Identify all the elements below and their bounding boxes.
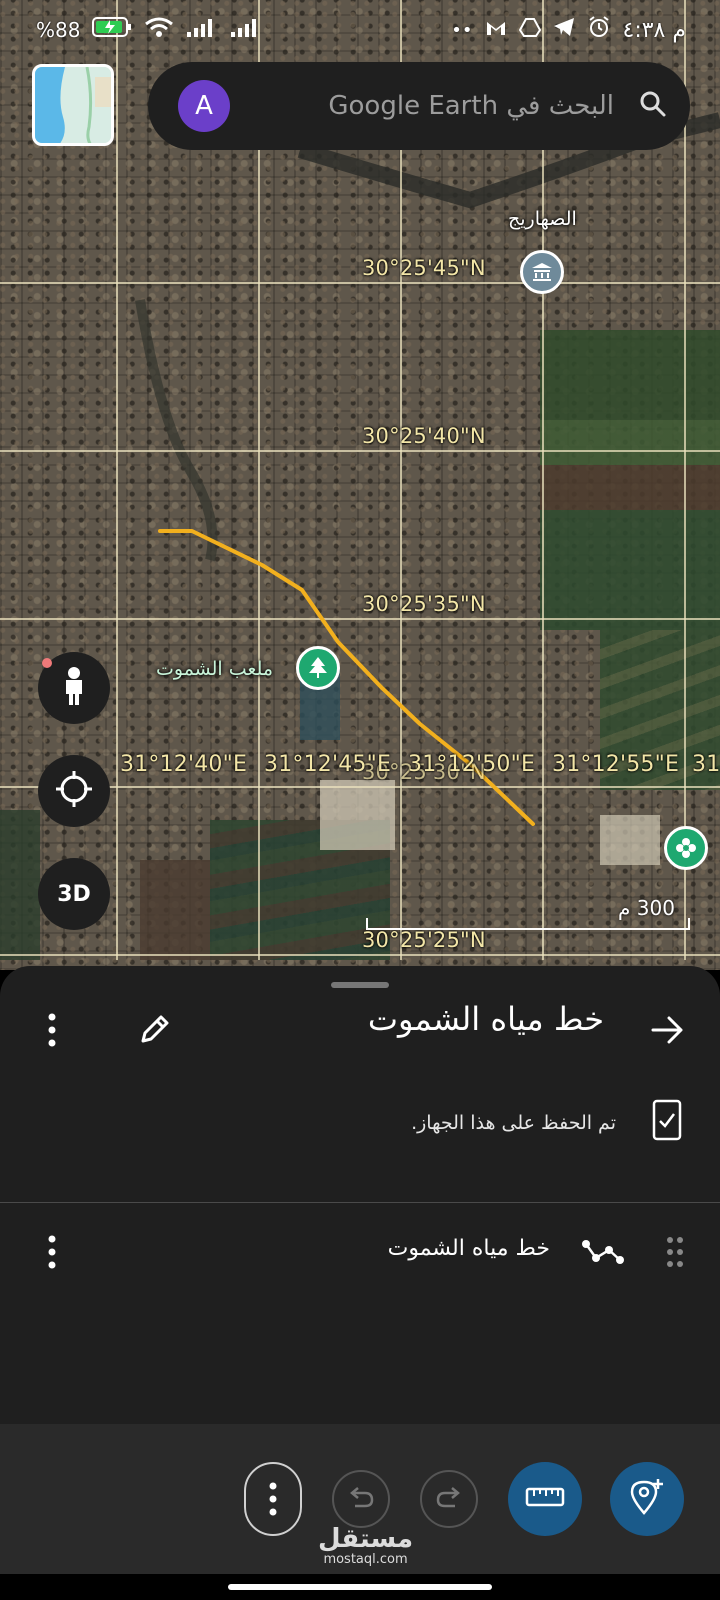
telegram-icon — [553, 17, 575, 43]
longitude-label: 31°12'40"E — [120, 752, 248, 777]
search-icon[interactable] — [638, 89, 668, 123]
pegman-icon — [60, 666, 88, 710]
toolbar-more-button[interactable] — [244, 1462, 302, 1536]
scale-bar — [366, 918, 690, 930]
feature-name[interactable]: خط مياه الشموت — [388, 1236, 550, 1261]
undo-icon — [347, 1485, 375, 1513]
account-avatar[interactable]: A — [178, 80, 230, 132]
project-title: خط مياه الشموت — [367, 1000, 604, 1038]
place-label-tanks[interactable]: الصهاريج — [508, 208, 577, 230]
flower-pin-icon[interactable] — [664, 826, 708, 870]
signal-icon — [230, 16, 262, 44]
search-input[interactable]: البحث في Google Earth — [230, 91, 638, 121]
project-sheet: خط مياه الشموت تم الحفظ على هذا الجهاز. … — [0, 966, 720, 1424]
path-line-icon — [580, 1236, 626, 1268]
status-bar: %88 •• م ٤:٣٨ — [0, 0, 720, 60]
watermark-sub: mostaql.com — [323, 1552, 408, 1567]
scale-label: 300 م — [618, 896, 675, 920]
gmail-icon — [485, 18, 507, 43]
minimap-button[interactable] — [32, 64, 114, 146]
clock-time: م ٤:٣٨ — [622, 17, 687, 43]
divider — [0, 1202, 720, 1203]
saved-on-device-icon — [650, 1098, 684, 1142]
longitude-label: 31°12'45"E — [264, 752, 392, 777]
latitude-label: 30°25'40"N — [362, 424, 486, 448]
latitude-label: 30°25'25"N — [362, 928, 486, 952]
toggle-3d-button[interactable]: 3D — [38, 858, 110, 930]
edit-pencil-icon[interactable] — [134, 1010, 174, 1050]
place-label-stadium[interactable]: ملعب الشموت — [156, 658, 273, 680]
alarm-icon — [587, 15, 611, 45]
latitude-label: 30°25'35"N — [362, 592, 486, 616]
longitude-label: 31°12'55"E — [552, 752, 680, 777]
add-placemark-button[interactable] — [610, 1462, 684, 1536]
more-notifications-icon: •• — [451, 19, 473, 41]
ruler-icon — [525, 1486, 565, 1512]
saved-status-text: تم الحفظ على هذا الجهاز. — [411, 1112, 616, 1134]
drive-icon — [518, 17, 541, 43]
battery-charging-icon — [92, 16, 132, 44]
redo-button[interactable] — [420, 1470, 478, 1528]
status-right: •• م ٤:٣٨ — [451, 15, 686, 45]
undo-button[interactable] — [332, 1470, 390, 1528]
measure-button[interactable] — [508, 1462, 582, 1536]
wifi-icon — [144, 16, 174, 44]
toggle-3d-label: 3D — [57, 881, 91, 907]
watermark-logo: مستقل mostaql.com — [318, 1526, 413, 1567]
redo-icon — [435, 1485, 463, 1513]
add-placemark-icon — [628, 1477, 666, 1521]
park-pin-icon[interactable] — [296, 646, 340, 690]
search-bar[interactable]: A البحث في Google Earth — [148, 62, 690, 150]
back-arrow-icon[interactable] — [648, 1010, 688, 1050]
feature-more-options-icon[interactable] — [40, 1232, 64, 1272]
latitude-label: 30°25'45"N — [362, 256, 486, 280]
more-options-icon[interactable] — [40, 1010, 64, 1050]
my-location-button[interactable] — [38, 755, 110, 827]
drag-reorder-icon[interactable] — [664, 1232, 686, 1272]
status-left: %88 — [36, 16, 262, 44]
landmark-pin-icon[interactable] — [520, 250, 564, 294]
drag-handle[interactable] — [331, 982, 389, 988]
crosshair-icon — [54, 769, 94, 813]
system-nav-bar — [0, 1574, 720, 1600]
home-gesture-bar[interactable] — [228, 1584, 492, 1590]
longitude-label: 31° — [692, 752, 720, 777]
street-view-indicator-dot — [42, 658, 52, 668]
longitude-label: 31°12'50"E — [408, 752, 536, 777]
signal-icon — [186, 16, 218, 44]
battery-percent: %88 — [36, 18, 81, 42]
watermark-main: مستقل — [318, 1524, 414, 1554]
